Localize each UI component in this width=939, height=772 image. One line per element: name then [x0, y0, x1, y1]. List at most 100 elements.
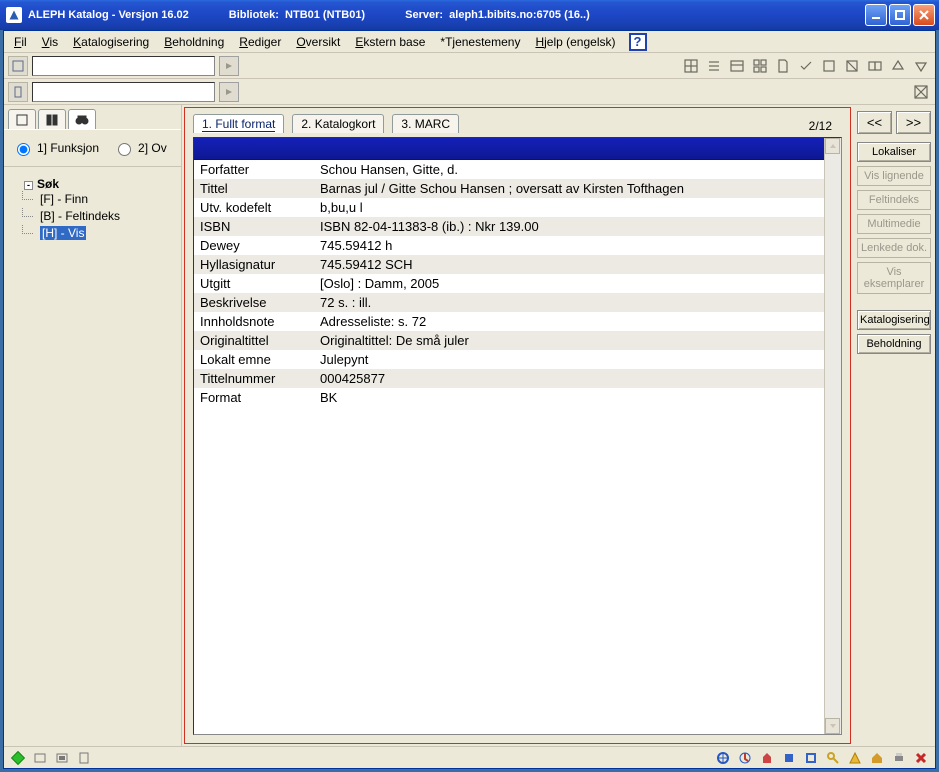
tree-node-vis[interactable]: [H] - Vis [12, 225, 173, 242]
lokaliser-button[interactable]: Lokaliser [857, 142, 931, 162]
ico-boxes[interactable] [865, 56, 885, 76]
vertical-scrollbar[interactable] [824, 138, 841, 734]
left-tab-2[interactable] [38, 109, 66, 129]
ico-down[interactable] [911, 56, 931, 76]
toolbar2-go-button[interactable] [219, 82, 239, 102]
toolbar2-input[interactable] [32, 82, 215, 102]
tree-node-feltindeks[interactable]: [B] - Feltindeks [12, 208, 173, 225]
radio-ov[interactable]: 2] Ov [113, 140, 167, 156]
menu-rediger[interactable]: Rediger [233, 33, 287, 51]
toolbar1-go-button[interactable] [219, 56, 239, 76]
status-key-icon[interactable] [825, 750, 841, 766]
menu-katalogisering[interactable]: Katalogisering [67, 33, 155, 51]
ico-check[interactable] [796, 56, 816, 76]
status-warn-icon[interactable] [847, 750, 863, 766]
help-icon[interactable]: ? [629, 33, 647, 51]
record-row[interactable]: TittelBarnas jul / Gitte Schou Hansen ; … [194, 179, 824, 198]
next-record-button[interactable]: >> [896, 111, 931, 134]
record-row[interactable]: Dewey745.59412 h [194, 236, 824, 255]
minimize-button[interactable] [865, 4, 887, 26]
status-r-4[interactable] [781, 750, 797, 766]
record-field-label: Forfatter [194, 160, 314, 179]
status-print-icon[interactable] [891, 750, 907, 766]
tab-marc[interactable]: 3. MARC [392, 114, 459, 133]
record-row[interactable]: Utgitt[Oslo] : Damm, 2005 [194, 274, 824, 293]
record-field-label: Originaltittel [194, 331, 314, 350]
ico-grid[interactable] [681, 56, 701, 76]
record-row[interactable]: InnholdsnoteAdresseliste: s. 72 [194, 312, 824, 331]
left-tab-3-binoculars[interactable] [68, 109, 96, 129]
record-list: ForfatterSchou Hansen, Gitte, d.TittelBa… [194, 138, 824, 734]
record-counter: 2/12 [809, 119, 842, 133]
toolbar1-input[interactable] [32, 56, 215, 76]
record-field-label: Dewey [194, 236, 314, 255]
close-button[interactable] [913, 4, 935, 26]
menu-vis[interactable]: Vis [36, 33, 64, 51]
left-tab-1[interactable] [8, 109, 36, 129]
ico-list[interactable] [704, 56, 724, 76]
record-field-value: 000425877 [314, 369, 824, 388]
menu-hjelp[interactable]: Hjelp (engelsk) [529, 33, 621, 51]
record-field-value: ISBN 82-04-11383-8 (ib.) : Nkr 139.00 [314, 217, 824, 236]
record-field-label: ISBN [194, 217, 314, 236]
record-row[interactable]: Hyllasignatur745.59412 SCH [194, 255, 824, 274]
radio-funksjon[interactable]: 1] Funksjon [12, 140, 99, 156]
tab-katalogkort[interactable]: 2. Katalogkort [292, 114, 384, 133]
vis-eksemplarer-button[interactable]: Vis eksemplarer [857, 262, 931, 294]
record-field-value: [Oslo] : Damm, 2005 [314, 274, 824, 293]
record-row[interactable]: Tittelnummer000425877 [194, 369, 824, 388]
menu-oversikt[interactable]: Oversikt [290, 33, 346, 51]
status-r-5[interactable] [803, 750, 819, 766]
client-frame: Fil Vis Katalogisering Beholdning Redige… [3, 30, 936, 769]
beholdning-button[interactable]: Beholdning [857, 334, 931, 354]
record-row[interactable]: Beskrivelse72 s. : ill. [194, 293, 824, 312]
feltindeks-button[interactable]: Feltindeks [857, 190, 931, 210]
menu-fil[interactable]: Fil [8, 33, 33, 51]
multimedie-button[interactable]: Multimedie [857, 214, 931, 234]
tab-fullt-format[interactable]: 1. Fullt format [193, 114, 284, 133]
collapse-icon[interactable]: - [24, 181, 33, 190]
maximize-button[interactable] [889, 4, 911, 26]
toolbar1-icon[interactable] [8, 56, 28, 76]
ico-cards[interactable] [750, 56, 770, 76]
record-row[interactable]: FormatBK [194, 388, 824, 407]
status-r-2[interactable] [737, 750, 753, 766]
record-field-label: Innholdsnote [194, 312, 314, 331]
status-exit-icon[interactable] [913, 750, 929, 766]
scroll-up-arrow[interactable] [825, 138, 840, 154]
record-row[interactable]: ISBNISBN 82-04-11383-8 (ib.) : Nkr 139.0… [194, 217, 824, 236]
record-row[interactable]: Utv. kodefeltb,bu,u l [194, 198, 824, 217]
menu-tjenestemeny[interactable]: *Tjenestemeny [434, 33, 526, 51]
record-row[interactable]: OriginaltittelOriginaltittel: De små jul… [194, 331, 824, 350]
toolbar2-icon[interactable] [8, 82, 28, 102]
menu-ekstern-base[interactable]: Ekstern base [349, 33, 431, 51]
left-radio-row: 1] Funksjon 2] Ov [4, 129, 181, 167]
record-field-label: Tittelnummer [194, 369, 314, 388]
vis-lignende-button[interactable]: Vis lignende [857, 166, 931, 186]
ico-box1[interactable] [819, 56, 839, 76]
status-home-icon[interactable] [869, 750, 885, 766]
tree-root-sok[interactable]: -Søk [12, 177, 173, 191]
ico-up[interactable] [888, 56, 908, 76]
toolbar2-right-icon[interactable] [911, 82, 931, 102]
tree-node-finn[interactable]: [F] - Finn [12, 191, 173, 208]
record-wrap: ForfatterSchou Hansen, Gitte, d.TittelBa… [193, 137, 842, 735]
ico-doc[interactable] [773, 56, 793, 76]
record-row[interactable]: Lokalt emneJulepynt [194, 350, 824, 369]
status-ico-2 [54, 750, 70, 766]
record-field-value: Julepynt [314, 350, 824, 369]
katalogisering-button[interactable]: Katalogisering [857, 310, 931, 330]
view-tabs: 1. Fullt format 2. Katalogkort 3. MARC 2… [185, 108, 850, 137]
prev-record-button[interactable]: << [857, 111, 892, 134]
body-area: 1] Funksjon 2] Ov -Søk [F] - Finn [B] - … [4, 105, 935, 746]
lenkede-dok-button[interactable]: Lenkede dok. [857, 238, 931, 258]
ico-table[interactable] [727, 56, 747, 76]
record-field-label: Tittel [194, 179, 314, 198]
menu-beholdning[interactable]: Beholdning [158, 33, 230, 51]
scroll-down-arrow[interactable] [825, 718, 840, 734]
status-r-3[interactable] [759, 750, 775, 766]
toolbar-row-2 [4, 79, 935, 105]
record-row[interactable]: ForfatterSchou Hansen, Gitte, d. [194, 160, 824, 179]
ico-box2[interactable] [842, 56, 862, 76]
status-r-1[interactable] [715, 750, 731, 766]
